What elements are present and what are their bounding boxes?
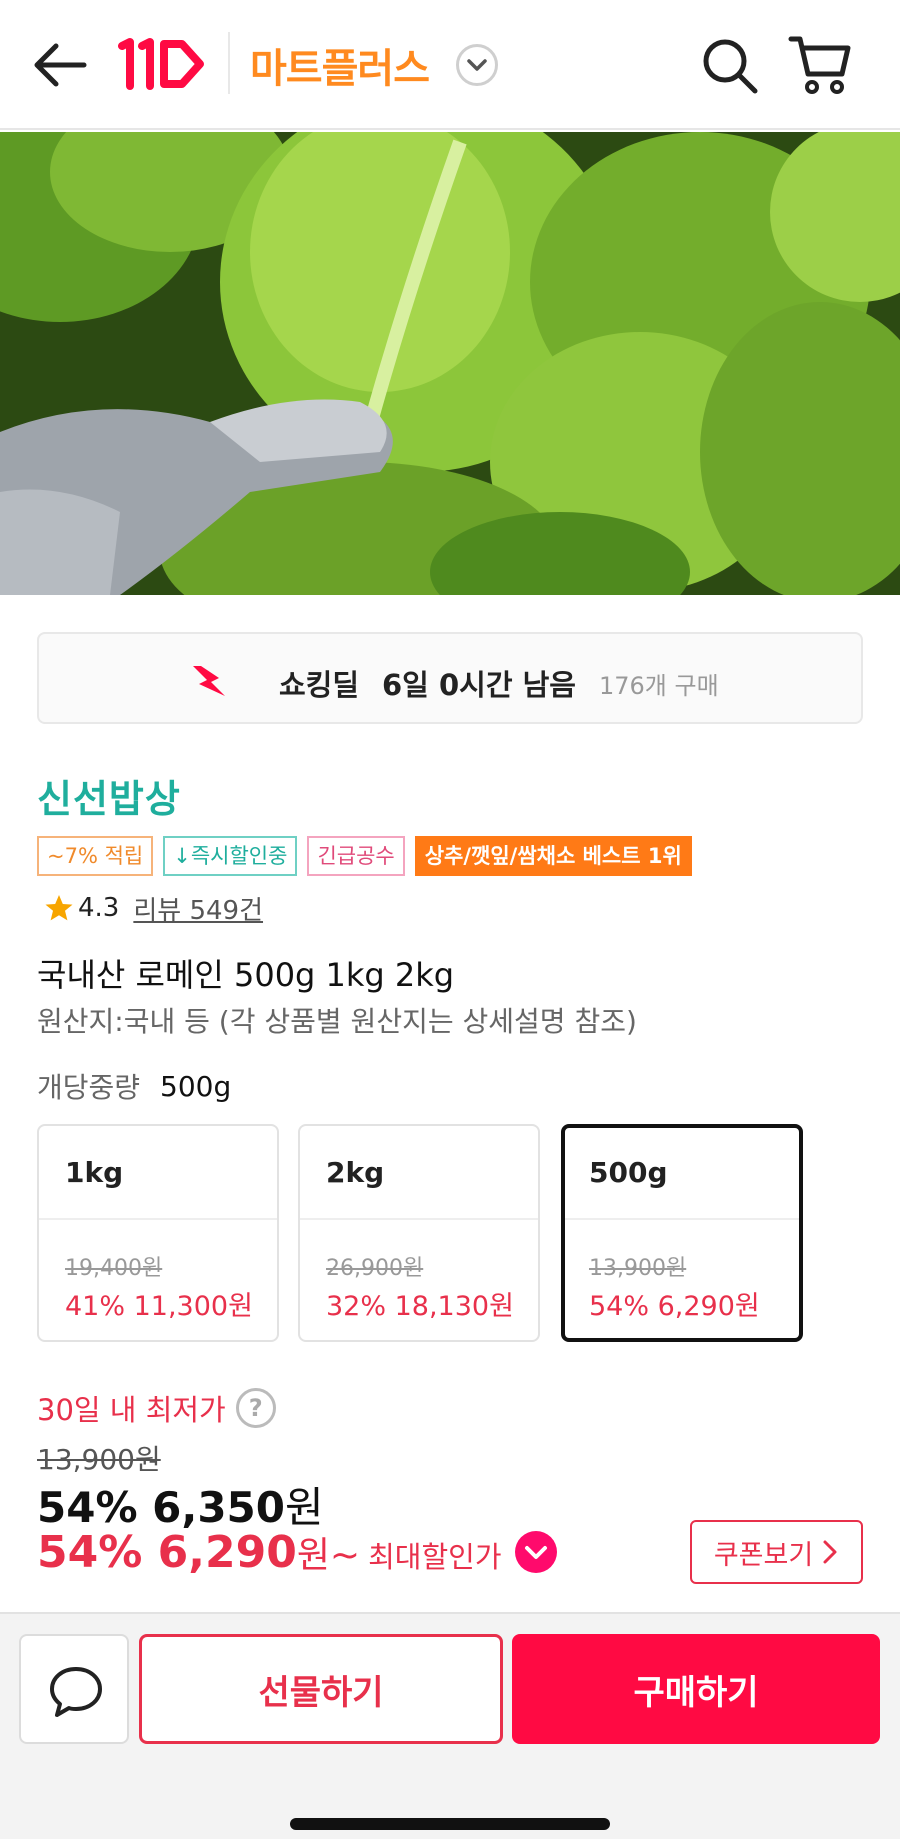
option-original-price: 13,900원: [589, 1256, 687, 1281]
option-card-500g[interactable]: 500g 13,900원 54% 6,290원: [561, 1124, 803, 1342]
coupon-label: 쿠폰보기: [713, 1539, 814, 1571]
max-discount-price-value: 54% 6,290: [37, 1527, 297, 1578]
option-original-price: 19,400원: [65, 1256, 163, 1281]
chevron-down-icon: [467, 59, 487, 71]
option-sale-price: 32% 18,130원: [326, 1291, 514, 1322]
review-link[interactable]: 리뷰 549건: [133, 890, 263, 927]
seller-name[interactable]: 신선밥상: [37, 768, 181, 823]
back-button[interactable]: [30, 38, 90, 92]
instant-discount-badge: ↓즉시할인중: [163, 836, 298, 876]
deal-label: 쇼킹딜: [279, 668, 360, 702]
product-title: 국내산 로메인 500g 1kg 2kg: [37, 956, 455, 994]
search-icon: [703, 39, 758, 94]
chat-button[interactable]: [19, 1634, 129, 1744]
option-divider: [300, 1218, 538, 1220]
unit-weight-value: 500g: [160, 1069, 232, 1103]
option-sale-price: 54% 6,290원: [589, 1291, 760, 1322]
search-button[interactable]: [700, 36, 760, 96]
reward-badge: ~7% 적립: [37, 836, 154, 876]
store-name[interactable]: 마트플러스: [250, 36, 430, 94]
bottom-action-bar: 선물하기 구매하기: [0, 1612, 900, 1839]
deal-time-left: 6일 0시간 남음: [382, 668, 576, 702]
option-divider: [39, 1218, 277, 1220]
gift-button[interactable]: 선물하기: [139, 1634, 503, 1744]
option-name: 1kg: [65, 1156, 124, 1189]
cart-button[interactable]: [788, 34, 852, 96]
lowest-price-text: 30일 내 최저가: [37, 1393, 226, 1427]
shocking-deal-bar[interactable]: 쇼킹딜 6일 0시간 남음 176개 구매: [37, 632, 863, 724]
home-indicator[interactable]: [290, 1818, 610, 1830]
unit-weight: 개당중량 500g: [37, 1066, 231, 1106]
header-divider: [228, 32, 230, 94]
product-image[interactable]: [0, 132, 900, 595]
badge-list: ~7% 적립 ↓즉시할인중 긴급공수 상추/깻잎/쌈채소 베스트 1위: [37, 836, 692, 876]
discount-price-value: 54% 6,350: [37, 1483, 286, 1532]
option-name: 500g: [589, 1156, 668, 1189]
option-card-1kg[interactable]: 1kg 19,400원 41% 11,300원: [37, 1124, 279, 1342]
unit-weight-label: 개당중량: [37, 1071, 141, 1104]
coupon-button[interactable]: 쿠폰보기: [690, 1520, 863, 1584]
shocking-deal-icon: [193, 666, 225, 696]
option-original-price: 26,900원: [326, 1256, 424, 1281]
currency-unit: 원: [285, 1483, 324, 1532]
origin-info: 원산지:국내 등 (각 상품별 원산지는 상세설명 참조): [37, 1005, 637, 1038]
best-seller-badge: 상추/깻잎/쌈채소 베스트 1위: [414, 836, 692, 876]
max-currency-unit: 원~: [296, 1535, 361, 1576]
max-discount-price: 54% 6,290 원~ 최대할인가: [37, 1526, 558, 1578]
chat-bubble-icon: [50, 1667, 102, 1717]
lowest-price-label: 30일 내 최저가 ?: [37, 1386, 276, 1430]
check-circle-icon[interactable]: [514, 1530, 558, 1574]
arrow-left-icon: [34, 43, 87, 87]
urgent-badge: 긴급공수: [307, 836, 405, 876]
chevron-right-icon: [823, 1540, 837, 1564]
option-card-2kg[interactable]: 2kg 26,900원 32% 18,130원: [298, 1124, 540, 1342]
app-header: 마트플러스: [0, 0, 900, 130]
cart-icon: [788, 36, 851, 94]
question-circle-icon[interactable]: ?: [235, 1388, 276, 1428]
eleven-street-logo[interactable]: [116, 36, 208, 92]
rating-value: 4.3: [78, 893, 120, 923]
store-dropdown-button[interactable]: [456, 44, 498, 86]
option-sale-price: 41% 11,300원: [65, 1291, 253, 1322]
option-divider: [565, 1218, 799, 1220]
star-icon: [45, 895, 73, 921]
original-price: 13,900원: [37, 1443, 161, 1476]
rating: 4.3 리뷰 549건: [44, 890, 263, 926]
buy-button[interactable]: 구매하기: [512, 1634, 880, 1744]
option-name: 2kg: [326, 1156, 385, 1189]
purchase-count: 176개 구매: [599, 672, 719, 700]
max-discount-label: 최대할인가: [368, 1540, 502, 1574]
